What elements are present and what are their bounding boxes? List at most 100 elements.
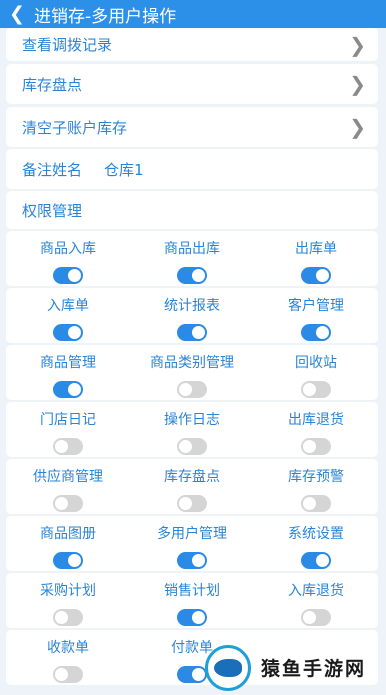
app-header: ❮ 进销存-多用户操作 xyxy=(0,0,386,28)
menu-item-label: 清空子账户库存 xyxy=(22,118,128,137)
permission-toggle[interactable] xyxy=(301,495,331,512)
permission-row: 供应商管理 库存盘点 库存预警 xyxy=(6,459,378,514)
permission-toggle[interactable] xyxy=(177,609,207,626)
permission-cell: 出库单 xyxy=(254,231,378,286)
toggle-knob xyxy=(179,440,192,453)
back-button[interactable]: ❮ xyxy=(0,0,34,28)
permission-toggle[interactable] xyxy=(53,552,83,569)
permission-toggle[interactable] xyxy=(53,666,83,683)
toggle-knob xyxy=(192,668,205,681)
permission-cell: 操作日志 xyxy=(130,402,254,457)
permission-row: 商品入库 商品出库 出库单 xyxy=(6,231,378,286)
toggle-knob xyxy=(55,611,68,624)
toggle-knob xyxy=(303,440,316,453)
permission-label: 供应商管理 xyxy=(33,469,103,485)
toggle-knob xyxy=(55,497,68,510)
permission-cell: 回收站 xyxy=(254,345,378,400)
toggle-knob xyxy=(303,383,316,396)
toggle-knob xyxy=(179,497,192,510)
permission-toggle[interactable] xyxy=(177,666,207,683)
watermark-text: 猿鱼手游网 xyxy=(261,658,367,680)
permission-label: 商品管理 xyxy=(40,355,96,371)
permission-toggle[interactable] xyxy=(177,324,207,341)
toggle-knob xyxy=(68,326,81,339)
menu-item-transfer-records[interactable]: 查看调拨记录 ❯ xyxy=(6,28,378,61)
permission-toggle[interactable] xyxy=(53,609,83,626)
permission-label: 库存盘点 xyxy=(164,469,220,485)
permission-toggle[interactable] xyxy=(177,495,207,512)
permission-cell: 出库退货 xyxy=(254,402,378,457)
toggle-knob xyxy=(316,269,329,282)
permission-toggle[interactable] xyxy=(177,381,207,398)
permission-toggle[interactable] xyxy=(53,267,83,284)
menu-item-stocktake[interactable]: 库存盘点 ❯ xyxy=(6,64,378,104)
permission-toggle[interactable] xyxy=(53,495,83,512)
note-name-row[interactable]: 备注姓名 仓库1 xyxy=(6,149,378,189)
permission-cell: 统计报表 xyxy=(130,288,254,343)
permission-row: 商品管理 商品类别管理 回收站 xyxy=(6,345,378,400)
toggle-knob xyxy=(55,668,68,681)
menu-item-label: 查看调拨记录 xyxy=(22,36,113,54)
toggle-knob xyxy=(68,554,81,567)
permission-label: 出库单 xyxy=(295,241,337,257)
permissions-title-text: 权限管理 xyxy=(22,201,83,220)
note-name-label: 备注姓名 xyxy=(22,160,83,179)
menu-item-clear-sub-stock[interactable]: 清空子账户库存 ❯ xyxy=(6,107,378,147)
chevron-right-icon: ❯ xyxy=(349,115,366,139)
toggle-knob xyxy=(316,326,329,339)
permission-toggle[interactable] xyxy=(53,438,83,455)
permission-cell: 库存预警 xyxy=(254,459,378,514)
chevron-right-icon: ❯ xyxy=(349,32,366,57)
permission-cell: 商品管理 xyxy=(6,345,130,400)
note-name-value: 仓库1 xyxy=(104,160,144,179)
permission-toggle[interactable] xyxy=(53,324,83,341)
permission-toggle[interactable] xyxy=(177,552,207,569)
permission-label: 收款单 xyxy=(47,640,89,656)
permission-toggle[interactable] xyxy=(301,324,331,341)
chevron-right-icon: ❯ xyxy=(349,72,366,96)
toggle-knob xyxy=(303,611,316,624)
permission-row: 入库单 统计报表 客户管理 xyxy=(6,288,378,343)
menu-item-label: 库存盘点 xyxy=(22,75,83,94)
permission-toggle[interactable] xyxy=(301,381,331,398)
permission-cell: 商品出库 xyxy=(130,231,254,286)
chevron-left-icon: ❮ xyxy=(9,3,25,25)
permission-toggle[interactable] xyxy=(301,438,331,455)
permission-label: 入库退货 xyxy=(288,583,344,599)
permission-label: 客户管理 xyxy=(288,298,344,314)
permission-cell: 采购计划 xyxy=(6,573,130,628)
permission-label: 采购计划 xyxy=(40,583,96,599)
permission-label: 统计报表 xyxy=(164,298,220,314)
permission-toggle[interactable] xyxy=(177,267,207,284)
permission-label: 库存预警 xyxy=(288,469,344,485)
permission-toggle[interactable] xyxy=(53,381,83,398)
page-title: 进销存-多用户操作 xyxy=(34,6,177,27)
permission-toggle[interactable] xyxy=(301,609,331,626)
permission-cell: 商品图册 xyxy=(6,516,130,571)
permission-label: 操作日志 xyxy=(164,412,220,428)
permission-cell: 多用户管理 xyxy=(130,516,254,571)
permission-cell: 商品入库 xyxy=(6,231,130,286)
toggle-knob xyxy=(192,554,205,567)
permission-toggle[interactable] xyxy=(177,438,207,455)
permission-label: 商品出库 xyxy=(164,241,220,257)
permission-toggle[interactable] xyxy=(301,552,331,569)
toggle-knob xyxy=(303,497,316,510)
permission-cell: 收款单 xyxy=(6,630,130,685)
watermark: 猿鱼手游网 xyxy=(205,640,386,695)
permission-row: 门店日记 操作日志 出库退货 xyxy=(6,402,378,457)
permissions-title: 权限管理 xyxy=(6,191,378,229)
permission-cell: 门店日记 xyxy=(6,402,130,457)
permission-label: 多用户管理 xyxy=(157,526,227,542)
fish-logo-icon xyxy=(205,644,251,691)
permission-label: 销售计划 xyxy=(164,583,220,599)
permission-cell: 供应商管理 xyxy=(6,459,130,514)
toggle-knob xyxy=(192,611,205,624)
permission-label: 门店日记 xyxy=(40,412,96,428)
permission-row: 采购计划 销售计划 入库退货 xyxy=(6,573,378,628)
toggle-knob xyxy=(192,269,205,282)
permission-toggle[interactable] xyxy=(301,267,331,284)
toggle-knob xyxy=(192,326,205,339)
permission-row: 商品图册 多用户管理 系统设置 xyxy=(6,516,378,571)
permission-cell: 销售计划 xyxy=(130,573,254,628)
